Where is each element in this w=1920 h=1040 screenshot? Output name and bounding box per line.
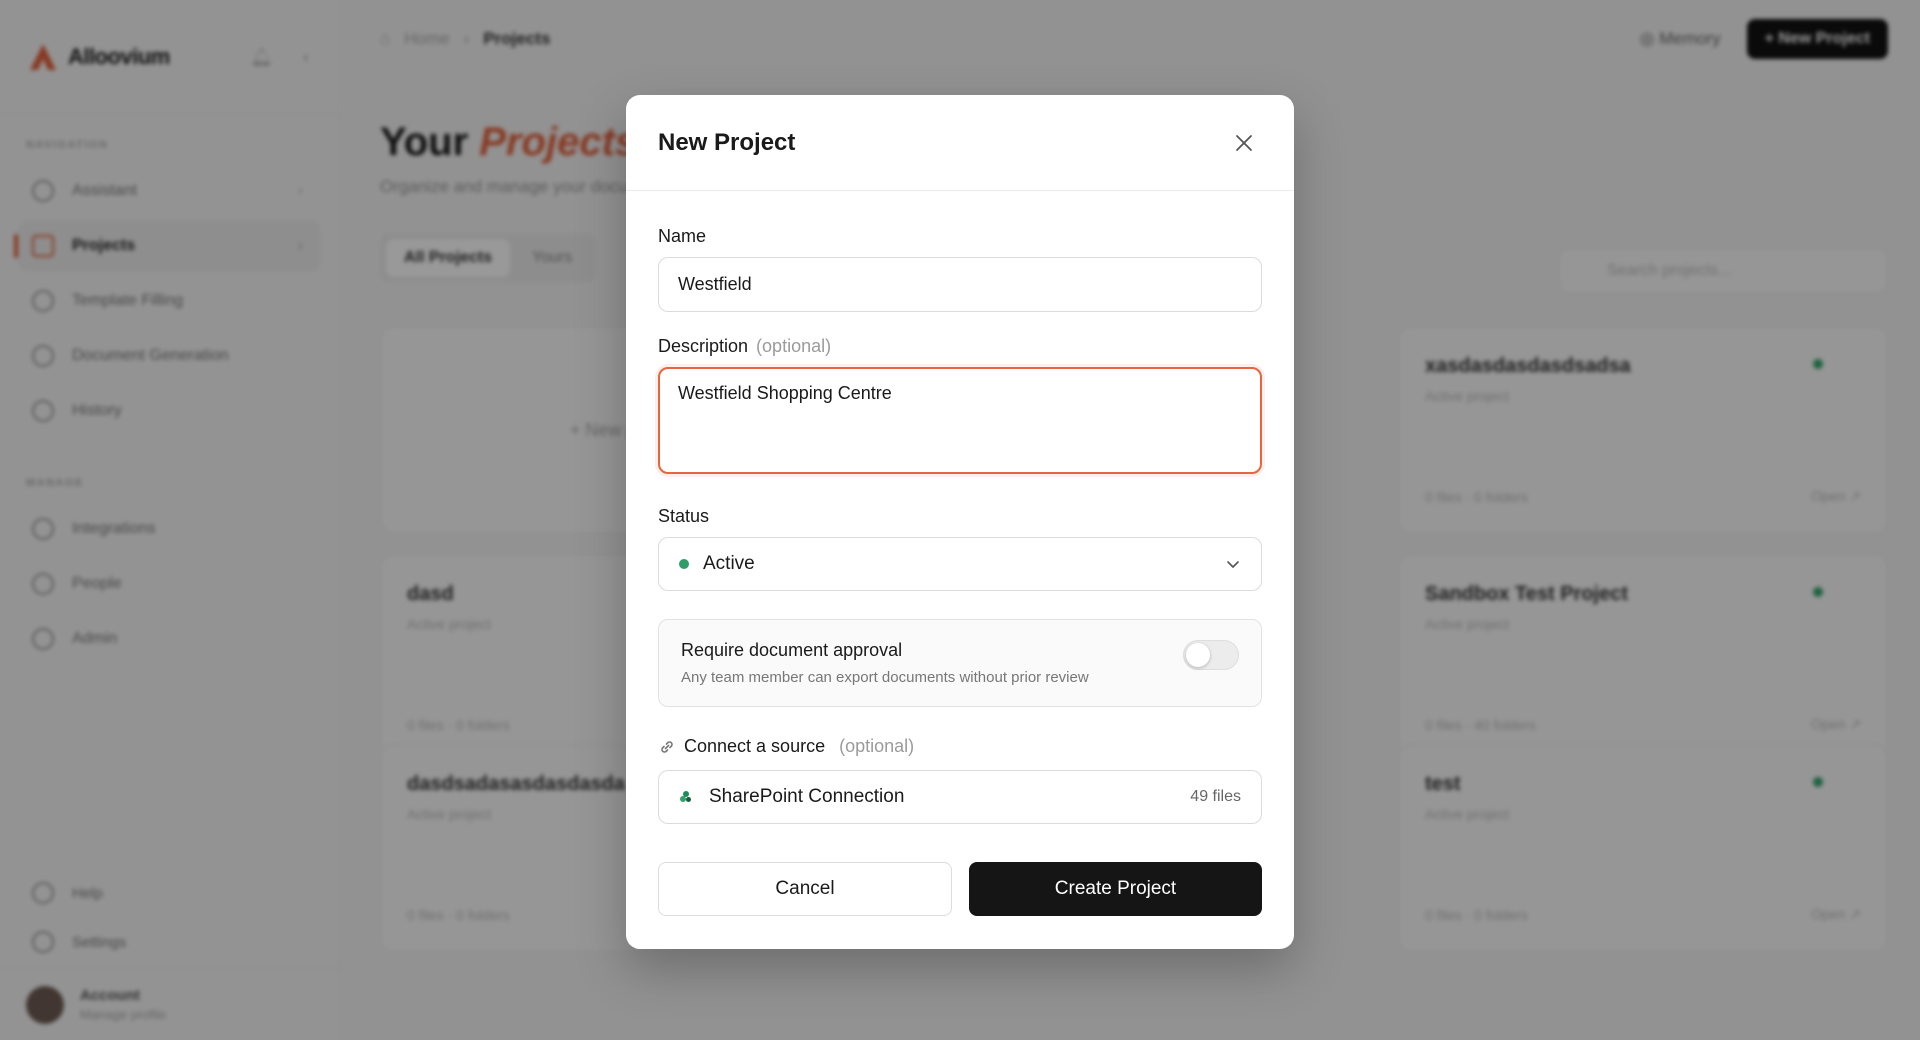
sharepoint-icon <box>680 791 691 802</box>
status-value: Active <box>703 553 755 574</box>
source-file-count: 49 files <box>1190 788 1241 805</box>
sharepoint-source-option[interactable]: SharePoint Connection 49 files <box>658 770 1262 824</box>
new-project-modal: New Project Name Description(optional) W… <box>626 95 1294 949</box>
link-icon <box>661 740 673 753</box>
modal-body: Name Description (optional) Westfield Sho… <box>626 95 1294 949</box>
create-project-button[interactable]: Create Project <box>969 862 1262 916</box>
source-optional: (optional) <box>839 736 915 756</box>
name-input[interactable] <box>658 257 1262 312</box>
status-dot <box>679 559 689 569</box>
approval-subtitle: Any team member can export documents wit… <box>681 669 1089 686</box>
cancel-button[interactable]: Cancel <box>658 862 952 916</box>
source-label-text: Connect a source <box>684 736 826 756</box>
source-label: Connect a source (optional) <box>658 736 914 757</box>
status-select[interactable]: Active <box>658 537 1262 591</box>
chevron-down-icon <box>1227 561 1239 568</box>
description-textarea[interactable]: Westfield Shopping Centre <box>658 367 1262 474</box>
toggle-knob <box>1186 643 1210 667</box>
approval-toggle[interactable] <box>1183 640 1239 670</box>
description-label-text: Description <box>658 336 749 356</box>
approval-setting: Require document approval Any team membe… <box>658 619 1262 707</box>
name-label: Name <box>658 226 707 246</box>
approval-title: Require document approval <box>681 640 903 660</box>
source-name: SharePoint Connection <box>709 786 905 807</box>
status-label: Status <box>658 506 710 526</box>
description-optional: (optional) <box>756 336 832 356</box>
description-label: Description (optional) <box>658 336 831 357</box>
